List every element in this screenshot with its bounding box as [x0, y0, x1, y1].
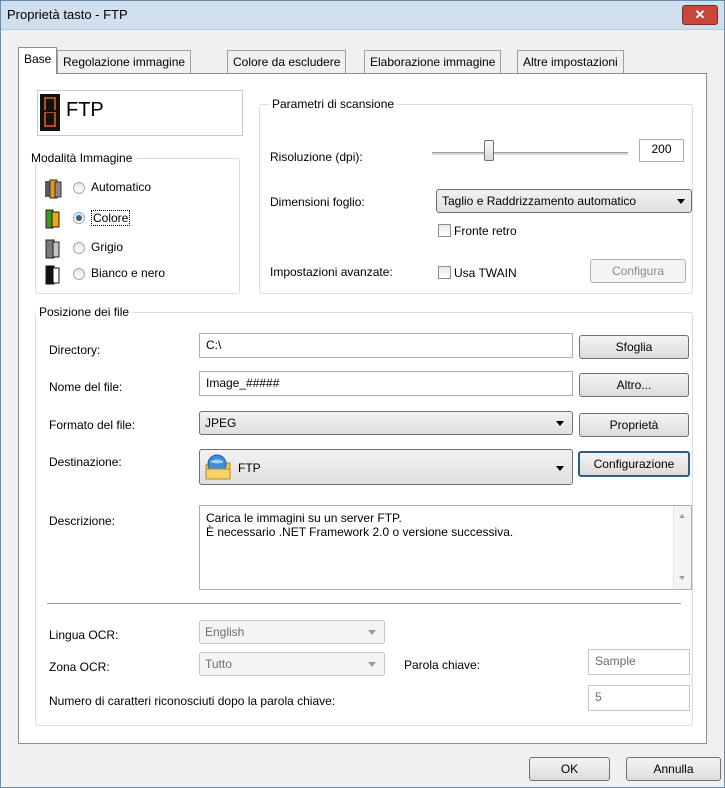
file-format-value: JPEG [205, 416, 237, 430]
paper-size-dropdown[interactable]: Taglio e Raddrizzamento automatico [436, 189, 692, 213]
resolution-slider-thumb[interactable] [483, 140, 494, 161]
button-name-label: FTP [66, 99, 104, 121]
ocr-language-dropdown[interactable]: English [199, 620, 385, 644]
radio-grigio[interactable] [73, 242, 85, 254]
destination-label: Destinazione: [49, 455, 122, 469]
description-scrollbar[interactable] [673, 506, 691, 589]
browse-button[interactable]: Sfoglia [579, 335, 689, 359]
image-mode-group: Modalità Immagine Automatico Colore Grig… [28, 151, 240, 294]
scan-params-group: Parametri di scansione Risoluzione (dpi)… [259, 97, 693, 294]
black-white-mode-icon [45, 265, 60, 285]
chevron-down-icon [677, 199, 685, 204]
color-mode-icon [45, 209, 60, 229]
tab-panel-base: FTP Modalità Immagine Automatico Colore … [18, 73, 707, 744]
directory-input[interactable]: C:\ [199, 333, 573, 358]
radio-colore[interactable] [73, 212, 85, 224]
configure-button[interactable]: Configura [590, 259, 686, 283]
file-location-legend: Posizione dei file [36, 305, 133, 319]
chars-after-keyword-label: Numero di caratteri riconosciuti dopo la… [49, 694, 336, 708]
resolution-label: Risoluzione (dpi): [270, 150, 363, 164]
button-name-box: FTP [37, 90, 243, 136]
radio-automatico-label[interactable]: Automatico [91, 180, 151, 194]
advanced-settings-label: Impostazioni avanzate: [270, 265, 393, 279]
chevron-down-icon [368, 630, 376, 635]
dialog-window: Proprietà tasto - FTP ✕ Base Regolazione… [0, 0, 725, 788]
use-twain-checkbox[interactable] [438, 266, 451, 279]
use-twain-label[interactable]: Usa TWAIN [454, 266, 517, 280]
close-button[interactable]: ✕ [682, 5, 718, 25]
separator [47, 603, 681, 605]
auto-color-mode-icon [45, 179, 62, 199]
ocr-zone-value: Tutto [205, 657, 232, 671]
destination-value: FTP [238, 461, 261, 475]
cancel-button[interactable]: Annulla [626, 757, 721, 781]
keyword-input[interactable]: Sample [588, 649, 690, 675]
chevron-down-icon [556, 466, 564, 471]
duplex-label[interactable]: Fronte retro [454, 224, 517, 238]
chevron-down-icon [556, 421, 564, 426]
more-button[interactable]: Altro... [579, 373, 689, 397]
digit-display [40, 94, 60, 131]
radio-bianco-e-nero[interactable] [73, 268, 85, 280]
ok-button[interactable]: OK [529, 757, 610, 781]
window-title: Proprietà tasto - FTP [7, 7, 128, 22]
description-label: Descrizione: [49, 514, 116, 528]
tab-colore-da-escludere[interactable]: Colore da escludere [227, 50, 347, 73]
close-icon: ✕ [694, 7, 706, 22]
file-format-label: Formato del file: [49, 418, 136, 432]
tab-elaborazione-immagine[interactable]: Elaborazione immagine [364, 50, 502, 73]
filename-input[interactable]: Image_##### [199, 371, 573, 396]
paper-size-label: Dimensioni foglio: [270, 195, 365, 209]
resolution-value-field[interactable]: 200 [639, 139, 684, 162]
keyword-label: Parola chiave: [404, 658, 481, 672]
chars-after-keyword-input[interactable]: 5 [588, 685, 690, 711]
paper-size-value: Taglio e Raddrizzamento automatico [442, 194, 637, 208]
file-format-dropdown[interactable]: JPEG [199, 411, 573, 435]
ocr-language-label: Lingua OCR: [49, 628, 119, 642]
duplex-checkbox[interactable] [438, 224, 451, 237]
scan-params-legend: Parametri di scansione [269, 97, 398, 111]
scroll-up-icon[interactable] [679, 514, 685, 518]
ftp-folder-globe-icon [205, 454, 231, 480]
ocr-zone-dropdown[interactable]: Tutto [199, 652, 385, 676]
tab-base[interactable]: Base [18, 47, 58, 74]
chevron-down-icon [368, 662, 376, 667]
radio-automatico[interactable] [73, 182, 85, 194]
tab-regolazione-immagine[interactable]: Regolazione immagine [57, 50, 192, 73]
radio-bianco-e-nero-label[interactable]: Bianco e nero [91, 266, 165, 280]
destination-dropdown[interactable]: FTP [199, 449, 573, 485]
tab-altre-impostazioni[interactable]: Altre impostazioni [517, 50, 624, 73]
grayscale-mode-icon [45, 239, 60, 259]
scroll-down-icon[interactable] [679, 576, 685, 580]
title-bar[interactable]: Proprietà tasto - FTP ✕ [1, 1, 724, 30]
properties-button[interactable]: Proprietà [579, 413, 689, 437]
description-textarea[interactable]: Carica le immagini su un server FTP. È n… [199, 505, 692, 590]
ocr-zone-label: Zona OCR: [49, 660, 110, 674]
directory-label: Directory: [49, 343, 101, 357]
filename-label: Nome del file: [49, 380, 123, 394]
file-location-group: Posizione dei file Directory: C:\ Sfogli… [35, 305, 693, 726]
image-mode-legend: Modalità Immagine [28, 151, 136, 165]
description-line-1: Carica le immagini su un server FTP. [206, 511, 402, 525]
ocr-language-value: English [205, 625, 245, 639]
radio-colore-label[interactable]: Colore [91, 210, 131, 226]
description-line-2: È necessario .NET Framework 2.0 o versio… [206, 525, 514, 539]
configuration-button[interactable]: Configurazione [578, 451, 690, 477]
radio-grigio-label[interactable]: Grigio [91, 240, 123, 254]
resolution-slider-track[interactable] [432, 152, 628, 155]
